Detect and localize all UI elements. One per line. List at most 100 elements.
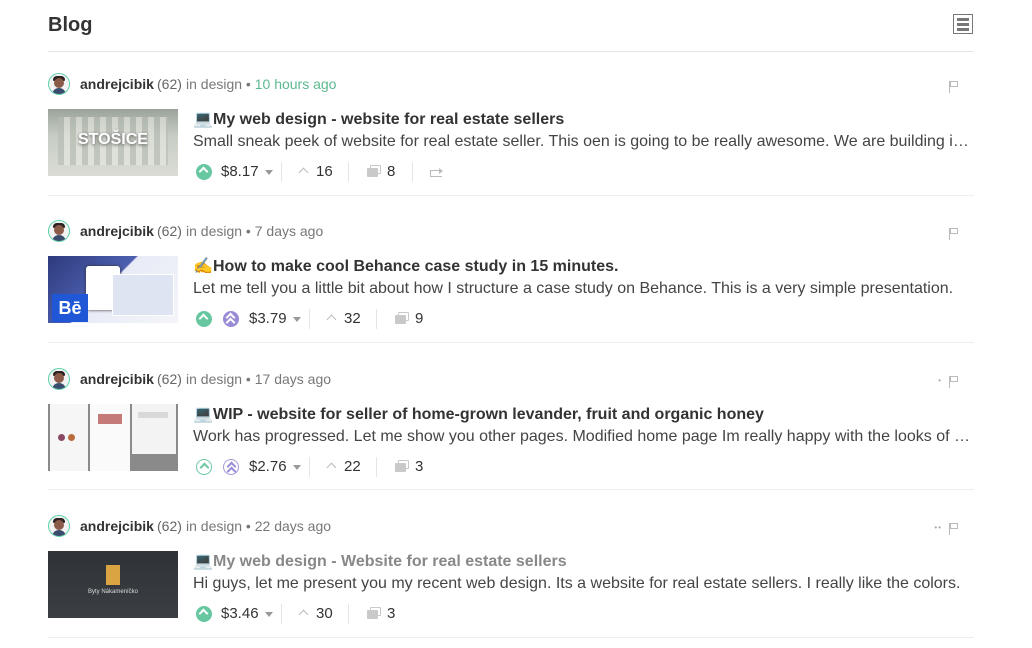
- community-link[interactable]: in design: [186, 518, 242, 534]
- vote-count[interactable]: 16: [316, 163, 333, 180]
- flag-icon[interactable]: [949, 376, 960, 388]
- blog-header: Blog: [48, 0, 974, 52]
- comment-count[interactable]: 8: [387, 163, 395, 180]
- divider: [309, 457, 310, 477]
- thumb-label: Byty Nákameníčko: [87, 589, 139, 595]
- community-info: in design • 17 days ago: [186, 371, 332, 387]
- upvote-icon[interactable]: [196, 606, 212, 622]
- divider: [348, 162, 349, 182]
- post-summary[interactable]: Small sneak peek of website for real est…: [193, 133, 971, 151]
- behance-logo: Bē: [52, 294, 88, 322]
- blog-feed: Blog andrejcibik (62) in design • 10 hou…: [0, 0, 1032, 648]
- post-item: andrejcibik (62) in design • 10 hours ag…: [48, 73, 974, 196]
- chevron-down-icon[interactable]: [293, 465, 301, 470]
- post-thumbnail[interactable]: STOŠICE: [48, 109, 178, 176]
- divider: [376, 309, 377, 329]
- community-link[interactable]: in design: [186, 371, 242, 387]
- vote-count-icon: [326, 462, 337, 473]
- title-emoji: 💻: [193, 553, 213, 570]
- chevron-down-icon[interactable]: [265, 612, 273, 617]
- vote-count[interactable]: 30: [316, 605, 333, 622]
- post-title[interactable]: 💻WIP - website for seller of home-grown …: [193, 404, 764, 424]
- post-title[interactable]: ✍️How to make cool Behance case study in…: [193, 256, 618, 276]
- post-thumbnail[interactable]: [48, 404, 178, 471]
- flag-icon[interactable]: [949, 81, 960, 93]
- divider: [281, 604, 282, 624]
- avatar[interactable]: [48, 515, 70, 537]
- flag-dots: •: [938, 376, 942, 385]
- chevron-down-icon[interactable]: [293, 317, 301, 322]
- layout-toggle-icon[interactable]: [953, 14, 973, 34]
- vote-count[interactable]: 32: [344, 310, 361, 327]
- comment-count[interactable]: 3: [387, 605, 395, 622]
- post-time[interactable]: 10 hours ago: [255, 76, 337, 92]
- reblog-icon[interactable]: [430, 167, 443, 177]
- post-meta: andrejcibik (62) in design • 22 days ago…: [48, 515, 974, 539]
- flag-icon[interactable]: [949, 523, 960, 535]
- upvote-icon[interactable]: [196, 164, 212, 180]
- flag-area: ••: [932, 523, 960, 537]
- community-info: in design • 22 days ago: [186, 518, 332, 534]
- post-title-text: My web design - website for real estate …: [213, 111, 565, 128]
- post-payout[interactable]: $2.76: [249, 458, 287, 475]
- vote-count-icon: [298, 167, 309, 178]
- avatar[interactable]: [48, 73, 70, 95]
- comment-count[interactable]: 9: [415, 310, 423, 327]
- post-meta: andrejcibik (62) in design • 10 hours ag…: [48, 73, 974, 97]
- flag-area: [932, 81, 960, 95]
- post-footer: $3.79 32 9: [193, 308, 973, 330]
- author-reputation: (62): [157, 223, 182, 239]
- divider: [309, 309, 310, 329]
- author-link[interactable]: andrejcibik: [80, 371, 154, 387]
- community-info: in design • 7 days ago: [186, 223, 324, 239]
- author-reputation: (62): [157, 371, 182, 387]
- author-link[interactable]: andrejcibik: [80, 223, 154, 239]
- post-title-text: How to make cool Behance case study in 1…: [213, 258, 619, 275]
- author-reputation: (62): [157, 76, 182, 92]
- flag-area: •: [932, 376, 960, 390]
- comments-icon[interactable]: [367, 607, 381, 619]
- comment-count[interactable]: 3: [415, 458, 423, 475]
- title-emoji: ✍️: [193, 258, 213, 275]
- post-title[interactable]: 💻My web design - website for real estate…: [193, 109, 564, 129]
- post-summary[interactable]: Hi guys, let me present you my recent we…: [193, 575, 971, 593]
- post-thumbnail[interactable]: Byty Nákameníčko: [48, 551, 178, 618]
- upvote-icon[interactable]: [196, 459, 212, 475]
- post-time[interactable]: 7 days ago: [255, 223, 324, 239]
- post-payout[interactable]: $8.17: [221, 163, 259, 180]
- post-payout[interactable]: $3.79: [249, 310, 287, 327]
- author-link[interactable]: andrejcibik: [80, 76, 154, 92]
- community-link[interactable]: in design: [186, 223, 242, 239]
- vote-count-icon: [298, 609, 309, 620]
- post-item: andrejcibik (62) in design • 7 days ago …: [48, 220, 974, 343]
- flag-dots: ••: [934, 523, 942, 532]
- post-time[interactable]: 17 days ago: [255, 371, 331, 387]
- flag-icon[interactable]: [949, 228, 960, 240]
- post-payout[interactable]: $3.46: [221, 605, 259, 622]
- author-link[interactable]: andrejcibik: [80, 518, 154, 534]
- post-summary[interactable]: Let me tell you a little bit about how I…: [193, 280, 971, 298]
- community-link[interactable]: in design: [186, 76, 242, 92]
- post-footer: $2.76 22 3: [193, 456, 973, 478]
- chevron-down-icon[interactable]: [265, 170, 273, 175]
- downvote-icon[interactable]: [223, 311, 239, 328]
- title-emoji: 💻: [193, 111, 213, 128]
- avatar[interactable]: [48, 368, 70, 390]
- post-footer: $8.17 16 8: [193, 161, 973, 183]
- comments-icon[interactable]: [395, 312, 409, 324]
- comments-icon[interactable]: [367, 165, 381, 177]
- post-title-text: WIP - website for seller of home-grown l…: [213, 406, 764, 423]
- vote-count[interactable]: 22: [344, 458, 361, 475]
- comments-icon[interactable]: [395, 460, 409, 472]
- post-summary[interactable]: Work has progressed. Let me show you oth…: [193, 428, 971, 446]
- post-thumbnail[interactable]: Bē: [48, 256, 178, 323]
- divider: [348, 604, 349, 624]
- post-time[interactable]: 22 days ago: [255, 518, 331, 534]
- post-title[interactable]: 💻My web design - Website for real estate…: [193, 551, 567, 571]
- upvote-icon[interactable]: [196, 311, 212, 327]
- avatar[interactable]: [48, 220, 70, 242]
- downvote-icon[interactable]: [223, 459, 239, 477]
- vote-count-icon: [326, 314, 337, 325]
- post-title-text: My web design - Website for real estate …: [213, 553, 567, 570]
- title-emoji: 💻: [193, 406, 213, 423]
